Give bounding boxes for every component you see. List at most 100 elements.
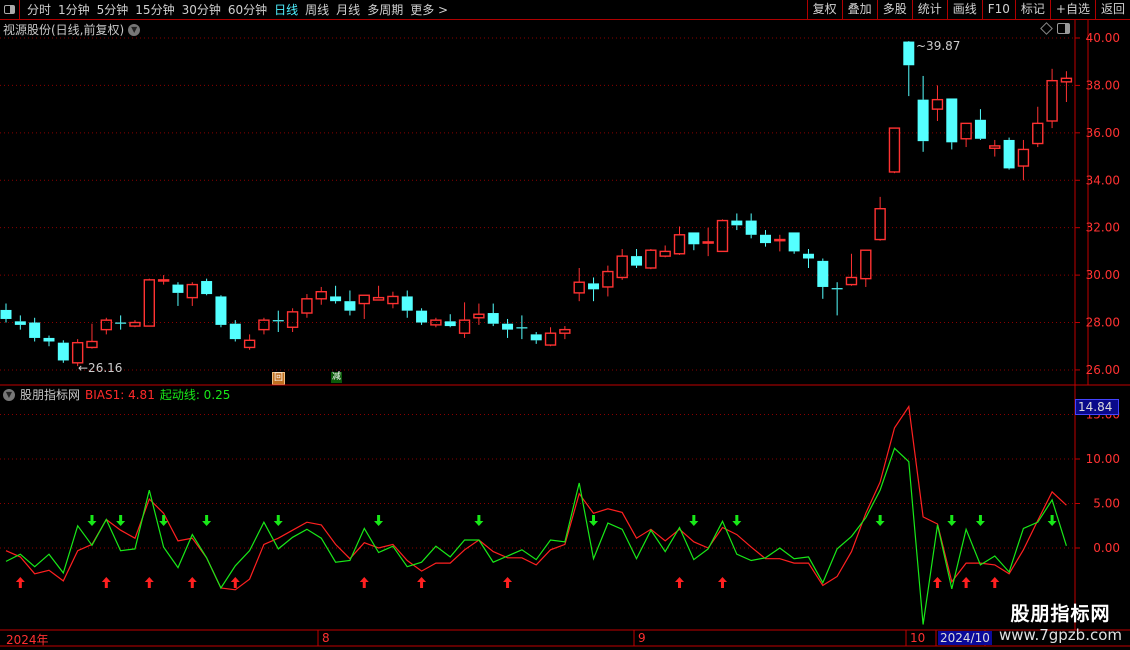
candle-body-up <box>702 241 714 244</box>
price-tick-label: 40.00 <box>1086 31 1120 45</box>
candle-body-down <box>631 256 643 266</box>
candle-body-down <box>0 309 12 319</box>
candle-body-down <box>516 327 528 329</box>
candle-body-up <box>387 295 399 305</box>
max-price-label: ~39.87 <box>916 39 960 53</box>
up-arrow-icon <box>990 577 1000 588</box>
candle-body-up <box>86 340 98 349</box>
candle-body-up <box>301 298 313 314</box>
candle-body-up <box>243 339 256 349</box>
price-tick-label: 36.00 <box>1086 126 1120 140</box>
date-label-aug: 8 <box>322 631 330 645</box>
candle-body-up <box>258 319 270 331</box>
min-price-label: ←26.16 <box>78 361 122 375</box>
up-arrow-icon <box>961 577 971 588</box>
candle-body-up <box>358 294 370 305</box>
down-arrow-icon <box>474 515 484 526</box>
price-tick-label: 30.00 <box>1086 268 1120 282</box>
candle-body-down <box>43 337 55 342</box>
candle-body-down <box>831 288 843 290</box>
candle-body-up <box>860 249 872 280</box>
candle-body-down <box>330 296 342 302</box>
candle-body-up <box>286 311 299 328</box>
candle-body-down <box>1003 139 1015 169</box>
price-tick-label: 28.00 <box>1086 316 1120 330</box>
price-tick-label: 34.00 <box>1086 173 1120 187</box>
candle-body-up <box>315 290 327 300</box>
candle-body-up <box>645 249 657 269</box>
candle-body-down <box>444 321 456 327</box>
indicator-tick-label: 5.00 <box>1093 497 1120 511</box>
candle-body-up <box>659 250 671 257</box>
watermark-title: 股朋指标网 <box>1010 603 1111 625</box>
watermark-url: www.7gpzb.com <box>999 626 1122 644</box>
up-arrow-icon <box>417 577 427 588</box>
candle-body-up <box>473 313 485 319</box>
down-arrow-icon <box>1047 515 1057 526</box>
price-tick-label: 32.00 <box>1086 221 1120 235</box>
up-arrow-icon <box>932 577 942 588</box>
candle-body-up <box>1017 148 1030 167</box>
candle-body-up <box>544 332 557 346</box>
candle-body-up <box>559 328 571 334</box>
candle-body-up <box>989 145 1001 149</box>
candle-body-down <box>115 322 127 324</box>
candle-body-up <box>845 276 858 286</box>
current-indicator-value: 14.84 <box>1075 399 1119 415</box>
candle-body-down <box>745 220 757 235</box>
candle-body-up <box>960 122 972 140</box>
candle-body-down <box>917 99 929 142</box>
candle-body-up <box>157 279 170 282</box>
candle-body-down <box>215 296 227 325</box>
up-arrow-icon <box>230 577 240 588</box>
candle-body-down <box>201 281 213 295</box>
candle-body-down <box>588 283 600 290</box>
candle-body-down <box>903 41 915 66</box>
candle-body-up <box>874 208 886 241</box>
date-label-sep: 9 <box>638 631 646 645</box>
candle-body-down <box>344 301 356 311</box>
candle-body-up <box>716 219 729 253</box>
candle-body-down <box>57 342 69 361</box>
candle-body-up <box>673 234 686 255</box>
date-label-year: 2024年 <box>6 633 49 647</box>
candle-body-down <box>401 296 413 311</box>
candle-body-up <box>186 283 198 299</box>
candle-body-down <box>759 234 771 244</box>
candle-body-down <box>688 232 700 245</box>
kline-chart[interactable]: 40.00 38.00 36.00 34.00 32.00 30.00 28.00 26.00… <box>0 0 1130 650</box>
candle-body-up <box>888 127 901 173</box>
candle-body-up <box>100 319 113 331</box>
candle-body-down <box>530 334 542 341</box>
candle-body-down <box>272 320 284 322</box>
candle-body-up <box>616 255 628 279</box>
up-arrow-icon <box>503 577 513 588</box>
down-arrow-icon <box>947 515 957 526</box>
up-arrow-icon <box>144 577 154 588</box>
candle-body-up <box>602 270 614 288</box>
candle-body-up <box>774 238 786 242</box>
up-arrow-icon <box>101 577 111 588</box>
start-line <box>5 447 1067 625</box>
down-arrow-icon <box>116 515 126 526</box>
indicator-tick-label: 0.00 <box>1093 541 1120 555</box>
down-arrow-icon <box>732 515 742 526</box>
date-label-oct: 10 <box>910 631 926 645</box>
candle-body-down <box>14 321 26 325</box>
candle-body-down <box>731 220 743 226</box>
candle-body-down <box>817 260 829 287</box>
candle-body-down <box>946 98 958 143</box>
down-arrow-icon <box>273 515 283 526</box>
candle-body-down <box>172 284 184 293</box>
down-arrow-icon <box>374 515 384 526</box>
candle-body-up <box>931 98 944 110</box>
candle-body-down <box>502 323 514 330</box>
candle-body-down <box>416 310 428 323</box>
down-arrow-icon <box>689 515 699 526</box>
candle-body-up <box>1032 122 1044 145</box>
candle-body-down <box>802 253 814 259</box>
candle-body-up <box>129 321 141 327</box>
candle-body-up <box>573 281 585 294</box>
up-arrow-icon <box>359 577 369 588</box>
down-arrow-icon <box>975 515 985 526</box>
